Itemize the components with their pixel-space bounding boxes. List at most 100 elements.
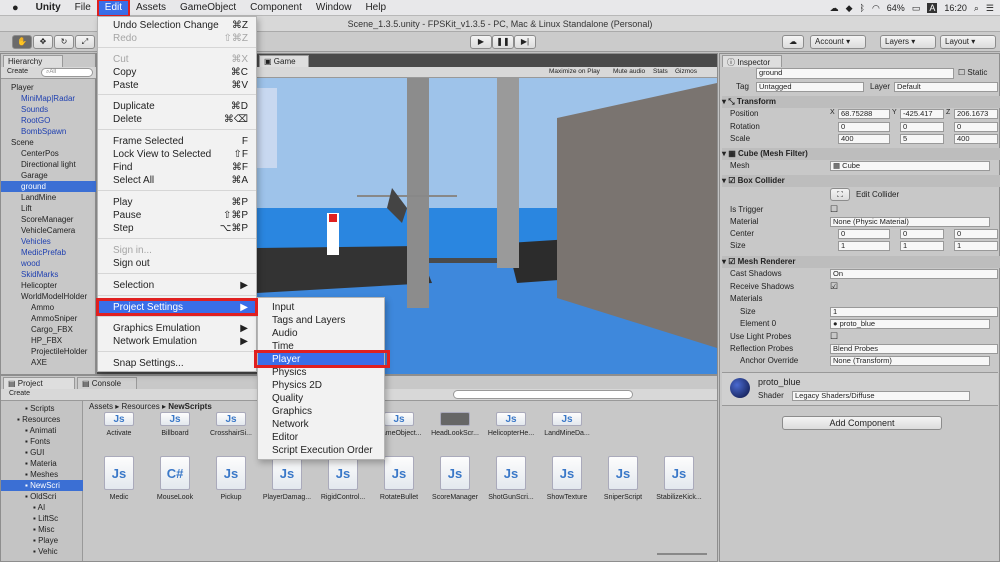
project-settings-item[interactable]: Network [258,418,384,431]
project-settings-item[interactable]: Tags and Layers [258,314,384,327]
edit-menu-item[interactable]: Undo Selection Change ⌘Z [98,19,256,32]
hierarchy-item[interactable]: Sounds [1,104,97,115]
hierarchy-item[interactable]: MiniMap|Radar [1,93,97,104]
edit-menu-item[interactable]: Network Emulation ▶ [98,335,256,348]
layer-dropdown[interactable]: Default [894,82,998,92]
menu-component[interactable]: Component [243,0,309,16]
mesh-renderer-header[interactable]: ▾ ☑ Mesh Renderer [722,256,1000,268]
hierarchy-item[interactable]: Directional light [1,159,97,170]
rotate-tool-icon[interactable]: ↻ [54,35,74,49]
script-asset[interactable]: C# MouseLook [147,456,203,501]
hierarchy-item[interactable]: BombSpawn [1,126,97,137]
edit-menu-item[interactable]: Find ⌘F [98,161,256,174]
project-folder[interactable]: ▪ Playe [1,535,83,546]
script-asset[interactable]: Js Activate [91,412,147,437]
tab-hierarchy[interactable]: Hierarchy [3,55,63,67]
clock[interactable]: 16:20 [944,3,967,13]
wifi-icon[interactable]: ◠ [872,3,880,14]
size-y[interactable]: 1 [900,241,944,251]
script-asset[interactable]: Js ShotGunScri... [483,456,539,501]
edit-menu-item[interactable]: Graphics Emulation ▶ [98,322,256,335]
center-x[interactable]: 0 [838,229,890,239]
project-folder[interactable]: ▪ GUI [1,447,83,458]
scale-z[interactable]: 400 [954,134,998,144]
cloud-button[interactable]: ☁ [782,35,804,49]
project-settings-item[interactable]: Editor [258,431,384,444]
element0-field[interactable]: ● proto_blue [830,319,990,329]
project-folder[interactable]: ▪ OldScri [1,491,83,502]
edit-menu-item[interactable]: Pause ⇧⌘P [98,209,256,222]
play-button[interactable]: ▶ [470,35,492,49]
tag-dropdown[interactable]: Untagged [756,82,864,92]
project-folder[interactable]: ▪ LiftSc [1,513,83,524]
breadcrumb-resources[interactable]: Resources [121,402,159,411]
move-tool-icon[interactable]: ✥ [33,35,53,49]
hierarchy-item[interactable]: Scene [1,137,97,148]
script-asset[interactable]: Js HelicopterHe... [483,412,539,437]
hierarchy-item[interactable]: SkidMarks [1,269,97,280]
hierarchy-item[interactable]: CenterPos [1,148,97,159]
edit-menu-item[interactable]: Step ⌥⌘P [98,222,256,235]
breadcrumb-newscripts[interactable]: NewScripts [168,402,212,411]
hierarchy-item[interactable]: ScoreManager [1,214,97,225]
light-probes-checkbox[interactable]: ☐ [830,331,838,342]
search-icon[interactable]: ⌕ [974,3,979,14]
tab-inspector[interactable]: ⓘ Inspector [722,55,782,67]
anchor-override-field[interactable]: None (Transform) [830,356,990,366]
hierarchy-create[interactable]: Create [7,68,28,75]
hierarchy-item[interactable]: wood [1,258,97,269]
scale-y[interactable]: 5 [900,134,944,144]
scale-tool-icon[interactable]: ⤢ [75,35,95,49]
edit-menu-item[interactable]: Snap Settings... [98,357,256,370]
project-settings-item[interactable]: Physics 2D [258,379,384,392]
menu-gameobject[interactable]: GameObject [173,0,243,16]
edit-menu-item[interactable]: Select All ⌘A [98,174,256,187]
script-asset[interactable]: Js Billboard [147,412,203,437]
hierarchy-item[interactable]: Cargo_FBX [1,324,97,335]
position-x[interactable]: 68.75288 [838,109,890,119]
tab-game[interactable]: ▣ Game [259,55,309,67]
hierarchy-item[interactable]: ground [1,181,97,192]
menu-list-icon[interactable]: ☰ [986,3,994,14]
project-settings-item[interactable]: Input [258,301,384,314]
hierarchy-item[interactable]: Ammo [1,302,97,313]
edit-menu-item[interactable]: Lock View to Selected ⇧F [98,148,256,161]
add-component-button[interactable]: Add Component [782,416,942,430]
script-asset[interactable]: Js PlayerDamag... [259,456,315,501]
script-asset[interactable]: Js ScoreManager [427,456,483,501]
menu-file[interactable]: File [68,0,98,16]
mesh-field[interactable]: ▦ Cube [830,161,990,171]
rotation-z[interactable]: 0 [954,122,998,132]
hierarchy-item[interactable]: LandMine [1,192,97,203]
menu-unity[interactable]: Unity [29,0,68,16]
script-asset[interactable]: Js RotateBullet [371,456,427,501]
script-asset[interactable]: Js Pickup [203,456,259,501]
edit-menu-item[interactable]: Duplicate ⌘D [98,100,256,113]
center-z[interactable]: 0 [954,229,998,239]
mute-audio-toggle[interactable]: Mute audio [613,68,645,75]
transform-header[interactable]: ▾ ⤡ Transform [722,96,1000,108]
script-asset[interactable]: Js StabilizeKick... [651,456,707,501]
script-asset[interactable]: Js RigidControl... [315,456,371,501]
project-create[interactable]: Create [9,390,30,397]
edit-menu-item[interactable]: Sign out [98,257,256,270]
hierarchy-item[interactable]: AmmoSniper [1,313,97,324]
hierarchy-item[interactable]: MedicPrefab [1,247,97,258]
script-asset[interactable]: Js SniperScript [595,456,651,501]
edit-menu-item[interactable]: Copy ⌘C [98,66,256,79]
hierarchy-item[interactable]: Player [1,82,97,93]
material-field[interactable]: None (Physic Material) [830,217,990,227]
hierarchy-item[interactable]: HP_FBX [1,335,97,346]
object-name-field[interactable]: ground [756,68,954,79]
reflection-probes-dropdown[interactable]: Blend Probes [830,344,998,354]
hierarchy-item[interactable]: VehicleCamera [1,225,97,236]
edit-menu-item[interactable]: Paste ⌘V [98,79,256,92]
script-asset[interactable]: HeadLookScr... [427,412,483,437]
gizmos-toggle[interactable]: Gizmos [675,68,697,75]
breadcrumb-assets[interactable]: Assets [89,402,113,411]
maximize-on-play-toggle[interactable]: Maximize on Play [549,68,600,75]
battery-icon[interactable]: ▭ [912,3,921,14]
hierarchy-item[interactable]: RootGO [1,115,97,126]
project-settings-item[interactable]: Graphics [258,405,384,418]
menu-window[interactable]: Window [309,0,359,16]
